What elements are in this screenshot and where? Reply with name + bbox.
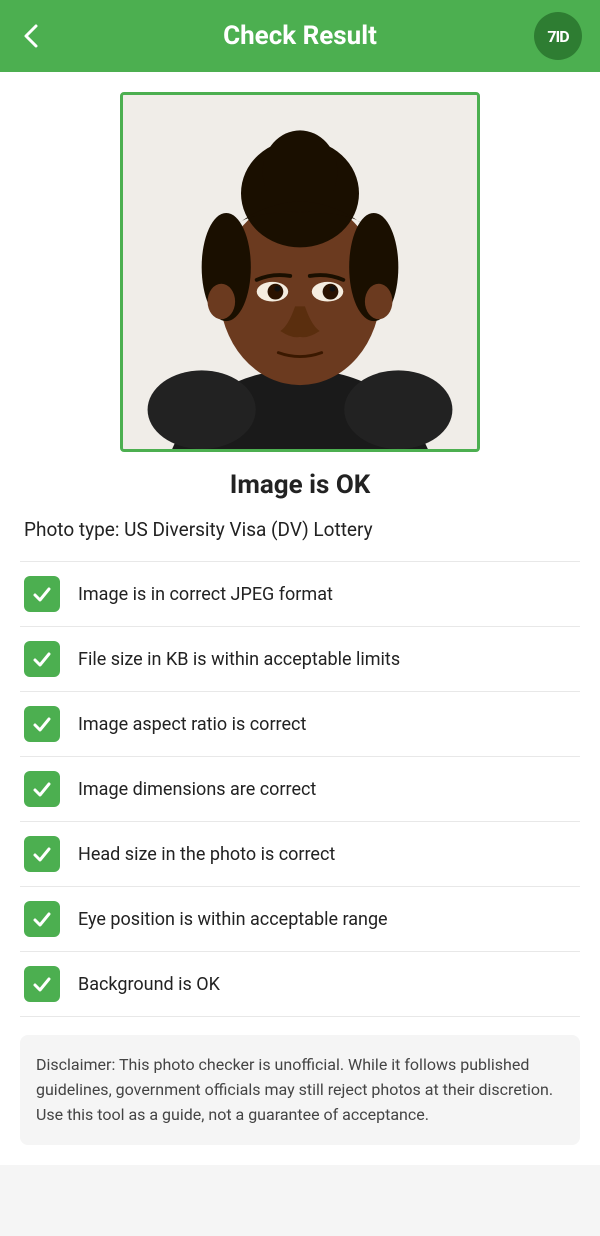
check-item-label: Eye position is within acceptable range [78, 909, 388, 930]
check-passed-icon [24, 901, 60, 937]
photo-container [20, 92, 580, 452]
check-item: Image aspect ratio is correct [20, 691, 580, 756]
check-item-label: Image aspect ratio is correct [78, 714, 306, 735]
check-item: Image dimensions are correct [20, 756, 580, 821]
check-list: Image is in correct JPEG format File siz… [20, 561, 580, 1017]
check-item-label: File size in KB is within acceptable lim… [78, 649, 400, 670]
header: Check Result 7ID [0, 0, 600, 72]
check-passed-icon [24, 771, 60, 807]
check-item-label: Background is OK [78, 974, 220, 995]
app-logo: 7ID [534, 12, 582, 60]
photo-type-label: Photo type: US Diversity Visa (DV) Lotte… [20, 518, 580, 541]
check-passed-icon [24, 576, 60, 612]
disclaimer-text: Disclaimer: This photo checker is unoffi… [36, 1055, 553, 1124]
photo-frame [120, 92, 480, 452]
check-passed-icon [24, 706, 60, 742]
check-item: Image is in correct JPEG format [20, 561, 580, 626]
check-item: Background is OK [20, 951, 580, 1017]
check-item-label: Image dimensions are correct [78, 779, 316, 800]
portrait-image [123, 95, 477, 449]
check-item-label: Image is in correct JPEG format [78, 584, 333, 605]
page-title: Check Result [223, 21, 377, 51]
check-passed-icon [24, 641, 60, 677]
check-item: File size in KB is within acceptable lim… [20, 626, 580, 691]
check-passed-icon [24, 836, 60, 872]
check-item: Head size in the photo is correct [20, 821, 580, 886]
disclaimer: Disclaimer: This photo checker is unoffi… [20, 1035, 580, 1145]
check-item: Eye position is within acceptable range [20, 886, 580, 951]
check-passed-icon [24, 966, 60, 1002]
status-label: Image is OK [20, 470, 580, 500]
check-item-label: Head size in the photo is correct [78, 844, 335, 865]
back-button[interactable] [18, 22, 46, 50]
main-content: Image is OK Photo type: US Diversity Vis… [0, 72, 600, 1165]
